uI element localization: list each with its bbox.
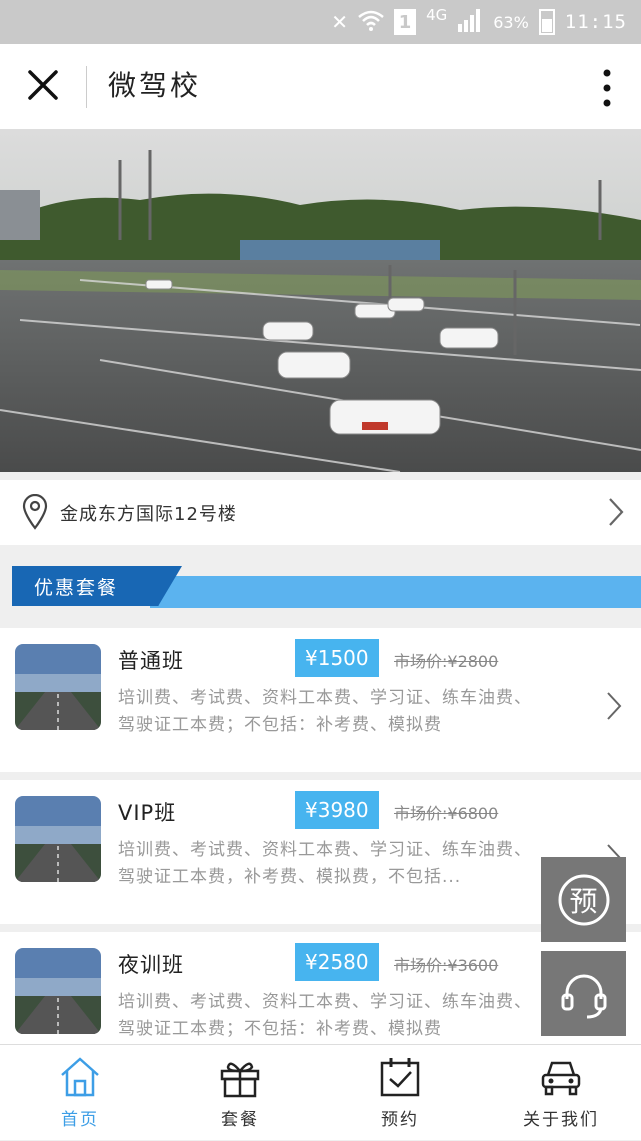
section-header: 优惠套餐 bbox=[0, 566, 641, 610]
package-card[interactable]: 普通班 ¥1500 市场价:¥2800 培训费、考试费、资料工本费、学习证、练车… bbox=[0, 628, 641, 772]
network-type: 4G bbox=[426, 6, 448, 24]
tab-about[interactable]: 关于我们 bbox=[481, 1045, 641, 1141]
banner-image bbox=[0, 130, 641, 472]
tab-packages[interactable]: 套餐 bbox=[160, 1045, 320, 1141]
home-icon bbox=[58, 1055, 102, 1099]
package-price: ¥3980 bbox=[295, 791, 379, 829]
package-description: 培训费、考试费、资料工本费、学习证、练车油费、驾驶证工本费；不包括：补考费、模拟… bbox=[118, 992, 532, 1039]
address-text: 金成东方国际12号楼 bbox=[60, 504, 237, 525]
reserve-float-button[interactable]: 预 bbox=[541, 857, 626, 942]
tab-appointment[interactable]: 预约 bbox=[320, 1045, 480, 1141]
package-description: 培训费、考试费、资料工本费、学习证、练车油费、驾驶证工本费；不包括：补考费、模拟… bbox=[118, 688, 532, 735]
package-price: ¥1500 bbox=[295, 639, 379, 677]
reserve-label: 预 bbox=[569, 884, 598, 918]
section-header-bar bbox=[150, 576, 641, 608]
tab-home[interactable]: 首页 bbox=[0, 1045, 160, 1141]
package-name: 夜训班 bbox=[118, 953, 184, 977]
top-bar: 微驾校 bbox=[0, 44, 641, 130]
tab-label: 预约 bbox=[381, 1110, 419, 1130]
tab-label: 首页 bbox=[61, 1110, 99, 1130]
package-market-price: 市场价:¥3600 bbox=[394, 956, 499, 975]
package-thumbnail bbox=[15, 644, 101, 730]
section-title: 优惠套餐 bbox=[12, 566, 182, 606]
close-icon[interactable] bbox=[22, 64, 64, 106]
chevron-right-icon bbox=[607, 496, 625, 532]
tab-label: 关于我们 bbox=[523, 1110, 599, 1130]
battery-icon bbox=[538, 9, 555, 35]
tab-label: 套餐 bbox=[221, 1110, 259, 1130]
signal-icon bbox=[457, 8, 483, 37]
package-price: ¥2580 bbox=[295, 943, 379, 981]
package-market-price: 市场价:¥6800 bbox=[394, 804, 499, 823]
gift-icon bbox=[218, 1055, 262, 1099]
wifi-icon bbox=[358, 9, 384, 36]
calendar-check-icon bbox=[378, 1055, 422, 1099]
page-title: 微驾校 bbox=[108, 69, 202, 102]
battery-percent: 63% bbox=[493, 12, 529, 32]
package-thumbnail bbox=[15, 796, 101, 882]
package-thumbnail bbox=[15, 948, 101, 1034]
headset-icon bbox=[561, 974, 606, 1018]
package-market-price: 市场价:¥2800 bbox=[394, 652, 499, 671]
package-description: 培训费、考试费、资料工本费、学习证、练车油费、驾驶证工本费，补考费、模拟费，不包… bbox=[118, 840, 532, 887]
bottom-tab-bar: 首页 套餐 预约 关于我们 bbox=[0, 1044, 641, 1140]
car-icon bbox=[539, 1055, 583, 1099]
sim-indicator: 1 bbox=[394, 9, 417, 35]
header-divider bbox=[86, 66, 87, 108]
more-vertical-icon[interactable] bbox=[601, 68, 613, 108]
package-name: VIP班 bbox=[118, 801, 177, 825]
support-float-button[interactable] bbox=[541, 951, 626, 1036]
address-row[interactable]: 金成东方国际12号楼 bbox=[0, 480, 641, 545]
clock: 11:15 bbox=[564, 11, 627, 33]
mute-icon: ✕ bbox=[331, 10, 349, 34]
banner-carousel[interactable] bbox=[0, 130, 641, 472]
status-bar: ✕ 1 4G 63% 11:15 bbox=[0, 0, 641, 44]
location-pin-icon bbox=[22, 493, 48, 534]
package-name: 普通班 bbox=[118, 649, 184, 673]
chevron-right-icon bbox=[605, 690, 623, 726]
